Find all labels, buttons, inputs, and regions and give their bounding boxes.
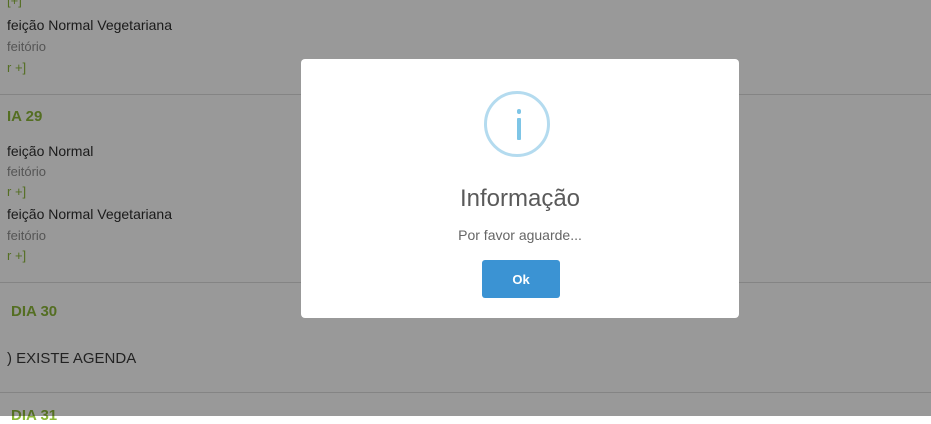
info-icon: [484, 91, 550, 157]
dialog-message: Por favor aguarde...: [458, 227, 582, 243]
ok-button[interactable]: Ok: [482, 260, 560, 298]
dialog-title: Informação: [459, 185, 581, 212]
info-dialog: Informação Por favor aguarde... Ok: [301, 59, 739, 318]
